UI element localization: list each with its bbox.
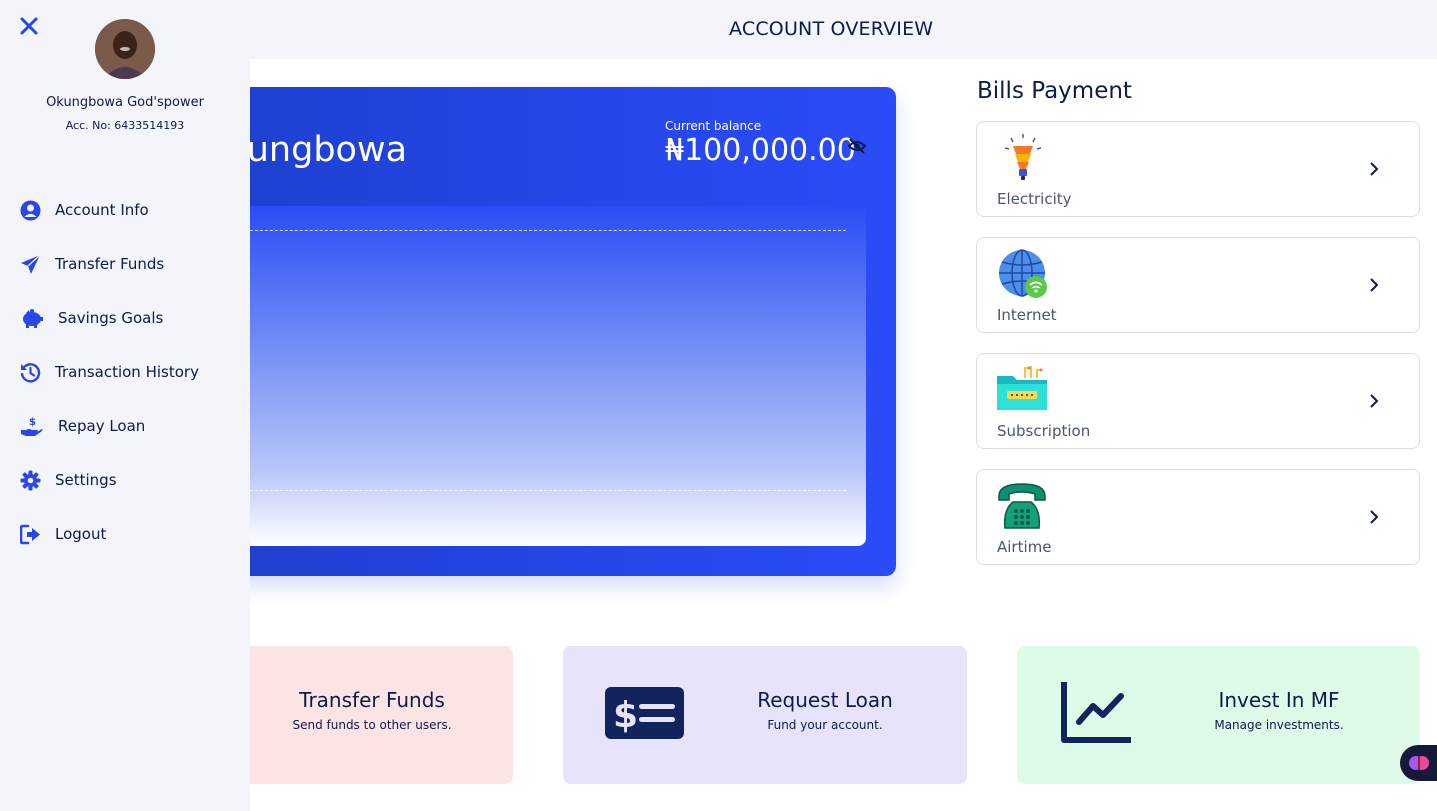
- eye-slash-icon[interactable]: [847, 137, 867, 155]
- action-card-request-loan[interactable]: $ Request Loan Fund your account.: [563, 646, 967, 784]
- chevron-right-icon: [1370, 162, 1379, 176]
- action-card-invest-in-mf[interactable]: Invest In MF Manage investments.: [1017, 646, 1420, 784]
- chart-grid-line: [210, 230, 846, 231]
- action-title: Transfer Funds: [299, 688, 445, 712]
- dollar-bill-icon: $: [605, 687, 684, 739]
- sidebar-item-account-info[interactable]: Account Info: [20, 198, 149, 222]
- bill-card-electricity[interactable]: Electricity: [976, 121, 1420, 217]
- gear-icon: [20, 470, 41, 490]
- page-title: ACCOUNT OVERVIEW: [729, 18, 934, 40]
- brain-icon: [1409, 756, 1429, 770]
- user-circle-icon: [20, 200, 41, 220]
- lightbulb-icon: [1004, 134, 1042, 180]
- balance-value: ₦100,000.00: [665, 133, 856, 168]
- chart-grid-line: [210, 490, 846, 491]
- sidebar-item-label: Transfer Funds: [55, 255, 165, 273]
- chevron-right-icon: [1370, 278, 1379, 292]
- sidebar-item-transaction-history[interactable]: Transaction History: [20, 360, 199, 384]
- sidebar-item-label: Savings Goals: [58, 309, 164, 327]
- action-title: Invest In MF: [1218, 688, 1340, 712]
- sidebar-item-repay-loan[interactable]: $ Repay Loan: [20, 414, 145, 438]
- bill-label: Electricity: [997, 190, 1072, 208]
- sidebar-item-label: Logout: [55, 525, 107, 543]
- action-title: Request Loan: [757, 688, 893, 712]
- paper-plane-icon: [21, 254, 41, 274]
- sidebar-item-logout[interactable]: Logout: [20, 522, 106, 546]
- bill-label: Internet: [997, 306, 1057, 324]
- sidebar-item-label: Transaction History: [55, 363, 199, 381]
- balance-card: Okungbowa Current balance ₦100,000.00: [150, 87, 896, 576]
- history-icon: [20, 362, 41, 382]
- hand-dollar-icon: $: [21, 417, 43, 436]
- svg-text:$: $: [29, 417, 36, 428]
- balance-label: Current balance: [665, 119, 762, 133]
- sidebar-item-savings-goals[interactable]: Savings Goals: [20, 306, 163, 330]
- sidebar-item-settings[interactable]: Settings: [20, 468, 117, 492]
- close-icon[interactable]: [19, 16, 39, 36]
- sidebar-item-transfer-funds[interactable]: Transfer Funds: [20, 252, 164, 276]
- svg-text:$: $: [613, 695, 638, 736]
- chevron-right-icon: [1370, 394, 1379, 408]
- bill-label: Subscription: [997, 422, 1091, 440]
- telephone-icon: [998, 483, 1046, 529]
- bill-label: Airtime: [997, 538, 1052, 556]
- bill-card-airtime[interactable]: Airtime: [976, 469, 1420, 565]
- bill-card-subscription[interactable]: Subscription: [976, 353, 1420, 449]
- logout-icon: [20, 524, 40, 544]
- assistant-widget-button[interactable]: [1400, 745, 1437, 781]
- globe-wifi-icon: [999, 249, 1047, 298]
- balance-chart-area: [210, 206, 866, 546]
- sidebar-item-label: Settings: [55, 471, 117, 489]
- account-number: Acc. No: 6433514193: [65, 119, 185, 132]
- user-name: Okungbowa God'spower: [46, 95, 204, 110]
- bills-payment-title: Bills Payment: [977, 78, 1132, 104]
- bill-card-internet[interactable]: Internet: [976, 237, 1420, 333]
- tv-box-icon: [997, 366, 1047, 410]
- avatar: [95, 19, 155, 79]
- sidebar-item-label: Repay Loan: [58, 417, 146, 435]
- piggy-bank-icon: [23, 308, 43, 328]
- action-subtitle: Send funds to other users.: [292, 718, 452, 732]
- action-subtitle: Fund your account.: [767, 718, 883, 732]
- sidebar-item-label: Account Info: [55, 201, 149, 219]
- sidebar: Okungbowa God'spower Acc. No: 6433514193…: [0, 0, 250, 811]
- line-chart-icon: [1061, 682, 1131, 743]
- action-subtitle: Manage investments.: [1214, 718, 1344, 732]
- chevron-right-icon: [1370, 510, 1379, 524]
